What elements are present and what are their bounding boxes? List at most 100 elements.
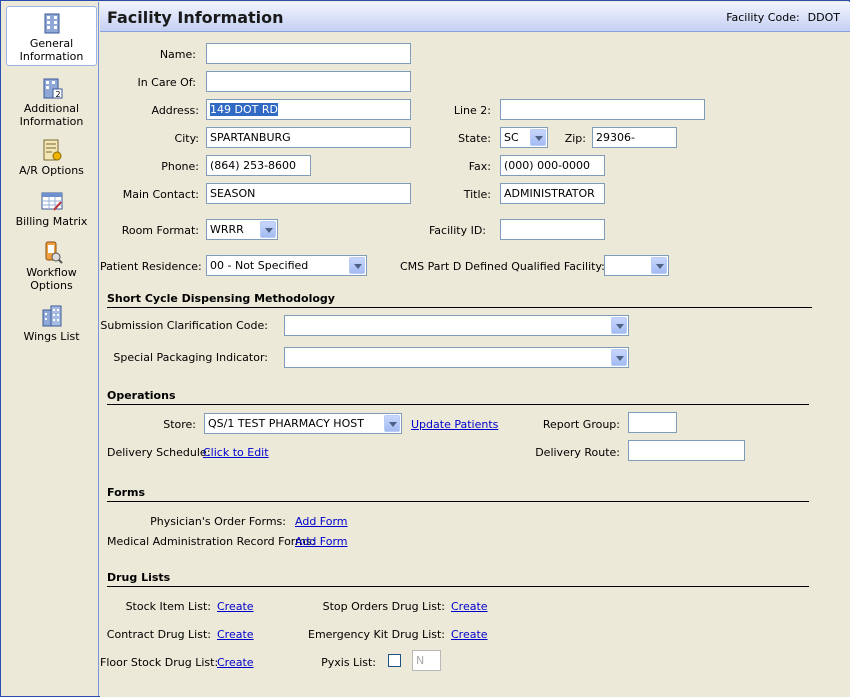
emergency-kit-label: Emergency Kit Drug List:: [308, 628, 445, 641]
main-contact-label: Main Contact:: [122, 188, 199, 201]
facility-code-value: DDOT: [807, 11, 840, 24]
emergency-kit-create-link[interactable]: Create: [451, 628, 488, 641]
packaging-select[interactable]: [284, 347, 629, 368]
title-field[interactable]: ADMINISTRATOR: [500, 183, 605, 204]
ledger-icon: [43, 139, 61, 161]
sidebar-item-label: Workflow: [26, 266, 77, 279]
fax-label: Fax:: [468, 160, 491, 173]
physician-add-form-link[interactable]: Add Form: [295, 515, 348, 528]
svg-text:2: 2: [55, 90, 60, 99]
chevron-down-icon[interactable]: [349, 257, 365, 274]
patient-residence-value: 00 - Not Specified: [210, 259, 309, 272]
line2-field[interactable]: [500, 99, 705, 120]
line2-label: Line 2:: [453, 104, 491, 117]
submission-code-label: Submission Clarification Code:: [100, 319, 268, 332]
section-divider: [107, 501, 809, 502]
cms-label: CMS Part D Defined Qualified Facility:: [400, 260, 605, 273]
address-value: 149 DOT RD: [210, 103, 278, 116]
state-value: SC: [504, 131, 519, 144]
operations-heading: Operations: [107, 389, 176, 402]
store-select[interactable]: QS/1 TEST PHARMACY HOST: [204, 413, 402, 434]
workflow-icon: [45, 241, 63, 264]
sidebar: General Information 2 Additional Informa…: [2, 2, 99, 696]
chevron-down-icon[interactable]: [384, 415, 400, 432]
sidebar-item-label: Billing Matrix: [15, 215, 88, 228]
room-format-select[interactable]: WRRR: [206, 219, 278, 240]
application-window: General Information 2 Additional Informa…: [0, 0, 850, 697]
page-title: Facility Information: [107, 8, 284, 27]
building-icon: [44, 13, 59, 34]
room-format-value: WRRR: [210, 223, 244, 236]
main-contact-field[interactable]: SEASON: [206, 183, 411, 204]
delivery-route-label: Delivery Route:: [535, 446, 620, 459]
city-field[interactable]: SPARTANBURG: [206, 127, 411, 148]
store-label: Store:: [163, 418, 196, 431]
matrix-icon: [41, 192, 62, 211]
short-cycle-heading: Short Cycle Dispensing Methodology: [107, 292, 335, 305]
sidebar-item-label: Additional: [23, 102, 80, 115]
sidebar-item-general-information[interactable]: General Information: [6, 6, 97, 66]
state-select[interactable]: SC: [500, 127, 548, 148]
chevron-down-icon[interactable]: [530, 129, 546, 146]
facility-id-label: Facility ID:: [428, 224, 486, 237]
contract-drug-create-link[interactable]: Create: [217, 628, 254, 641]
name-field[interactable]: [206, 43, 411, 64]
phone-field[interactable]: (864) 253-8600: [206, 155, 311, 176]
fax-field[interactable]: (000) 000-0000: [500, 155, 605, 176]
stock-item-label: Stock Item List:: [125, 600, 211, 613]
zip-label: Zip:: [564, 132, 586, 145]
contract-drug-label: Contract Drug List:: [106, 628, 211, 641]
stop-orders-label: Stop Orders Drug List:: [322, 600, 445, 613]
wings-building-icon: [42, 305, 61, 327]
delivery-schedule-link[interactable]: Click to Edit: [203, 446, 269, 459]
sidebar-item-wings-list[interactable]: Wings List: [6, 304, 97, 344]
state-label: State:: [458, 132, 491, 145]
chevron-down-icon[interactable]: [611, 317, 627, 334]
physician-forms-label: Physician's Order Forms:: [150, 515, 286, 528]
mar-forms-label: Medical Administration Record Forms:: [107, 535, 316, 548]
name-label: Name:: [159, 48, 196, 61]
section-divider: [107, 404, 809, 405]
chevron-down-icon[interactable]: [651, 257, 667, 274]
address-label: Address:: [151, 104, 199, 117]
delivery-route-field[interactable]: [628, 440, 745, 461]
mar-add-form-link[interactable]: Add Form: [295, 535, 348, 548]
sidebar-item-additional-information[interactable]: 2 Additional Information: [6, 76, 97, 128]
chevron-down-icon[interactable]: [611, 349, 627, 366]
sidebar-item-label: A/R Options: [19, 164, 84, 177]
sidebar-item-label: Options: [30, 279, 73, 292]
report-group-field[interactable]: [628, 412, 677, 433]
facility-code: Facility Code: DDOT: [726, 11, 840, 24]
room-format-label: Room Format:: [121, 224, 199, 237]
facility-code-label: Facility Code:: [726, 11, 800, 24]
stock-item-create-link[interactable]: Create: [217, 600, 254, 613]
cms-select[interactable]: [604, 255, 669, 276]
sidebar-item-workflow-options[interactable]: Workflow Options: [6, 240, 97, 292]
sidebar-item-ar-options[interactable]: A/R Options: [6, 138, 97, 178]
stop-orders-create-link[interactable]: Create: [451, 600, 488, 613]
store-value: QS/1 TEST PHARMACY HOST: [208, 417, 364, 430]
pyxis-checkbox[interactable]: [388, 654, 401, 667]
facility-id-field[interactable]: [500, 219, 605, 240]
sidebar-item-label: General: [29, 37, 74, 50]
in-care-of-field[interactable]: [206, 71, 411, 92]
in-care-of-label: In Care Of:: [137, 76, 196, 89]
packaging-label: Special Packaging Indicator:: [113, 351, 268, 364]
drug-lists-heading: Drug Lists: [107, 571, 171, 584]
city-label: City:: [174, 132, 199, 145]
submission-code-select[interactable]: [284, 315, 629, 336]
zip-field[interactable]: 29306-: [592, 127, 677, 148]
address-field[interactable]: 149 DOT RD: [206, 99, 411, 120]
section-divider: [107, 307, 812, 308]
chevron-down-icon[interactable]: [260, 221, 276, 238]
floor-stock-create-link[interactable]: Create: [217, 656, 254, 669]
sidebar-item-label: Information: [19, 50, 84, 63]
main-panel: Facility Information Facility Code: DDOT …: [100, 2, 850, 697]
pyxis-field: N: [412, 650, 441, 671]
delivery-schedule-label: Delivery Schedule:: [107, 446, 211, 459]
pyxis-label: Pyxis List:: [321, 656, 376, 669]
forms-heading: Forms: [107, 486, 146, 499]
patient-residence-select[interactable]: 00 - Not Specified: [206, 255, 367, 276]
sidebar-item-billing-matrix[interactable]: Billing Matrix: [6, 189, 97, 229]
update-patients-link[interactable]: Update Patients: [411, 418, 498, 431]
